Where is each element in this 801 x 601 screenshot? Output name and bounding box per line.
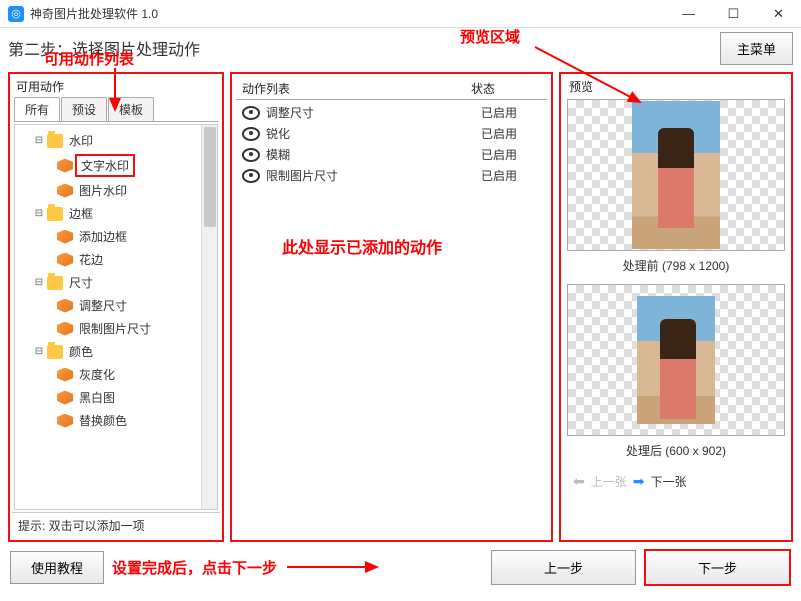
action-row[interactable]: 模糊已启用: [236, 144, 547, 165]
minimize-button[interactable]: —: [666, 0, 711, 28]
annotation-preview-area: 预览区域: [460, 26, 520, 47]
preview-nav: ⬅ 上一张 ➡ 下一张: [567, 469, 785, 494]
next-step-button[interactable]: 下一步: [644, 549, 791, 586]
close-button[interactable]: ✕: [756, 0, 801, 28]
tree-node-lace[interactable]: 花边: [17, 248, 215, 271]
eye-icon[interactable]: [242, 127, 260, 141]
arrow-next-icon: [285, 557, 385, 577]
action-row[interactable]: 调整尺寸已启用: [236, 102, 547, 123]
available-header: 可用动作: [12, 76, 220, 97]
arrow-right-icon: ➡: [633, 473, 645, 490]
scrollbar-thumb[interactable]: [204, 127, 216, 227]
tree-node-text-watermark[interactable]: 文字水印: [17, 152, 215, 179]
eye-icon[interactable]: [242, 148, 260, 162]
tree-node-grayscale[interactable]: 灰度化: [17, 363, 215, 386]
tutorial-button[interactable]: 使用教程: [10, 551, 104, 584]
window-title: 神奇图片批处理软件 1.0: [30, 5, 666, 22]
preview-header: 预览: [563, 76, 789, 97]
action-row[interactable]: 锐化已启用: [236, 123, 547, 144]
arrow-left-icon: ⬅: [573, 473, 585, 490]
tree-node-size[interactable]: ⊟尺寸: [17, 271, 215, 294]
tree-scrollbar[interactable]: [201, 125, 217, 509]
tree-node-bw[interactable]: 黑白图: [17, 386, 215, 409]
preview-after-label: 处理后 (600 x 902): [567, 440, 785, 465]
action-list-pane: 动作列表 状态 调整尺寸已启用 锐化已启用 模糊已启用 限制图片尺寸已启用 此处…: [230, 72, 553, 542]
package-icon: [57, 253, 73, 267]
folder-icon: [47, 134, 63, 148]
bottom-bar: 使用教程 设置完成后，点击下一步 上一步 下一步: [0, 544, 801, 590]
col-status: 状态: [471, 80, 541, 97]
step-label: 第二步：选择图片处理动作: [8, 36, 200, 60]
titlebar: ◎ 神奇图片批处理软件 1.0 — ☐ ✕: [0, 0, 801, 28]
prev-image-button[interactable]: 上一张: [591, 473, 627, 490]
annotation-next-hint: 设置完成后，点击下一步: [112, 557, 277, 578]
package-icon: [57, 391, 73, 405]
folder-icon: [47, 207, 63, 221]
step-bar: 第二步：选择图片处理动作 主菜单 预览区域: [0, 28, 801, 68]
package-icon: [57, 184, 73, 198]
tree-node-border[interactable]: ⊟边框: [17, 202, 215, 225]
tree-node-limit-size[interactable]: 限制图片尺寸: [17, 317, 215, 340]
package-icon: [57, 368, 73, 382]
tree-node-resize[interactable]: 调整尺寸: [17, 294, 215, 317]
preview-after-image: [567, 284, 785, 436]
eye-icon[interactable]: [242, 106, 260, 120]
action-list-header: 动作列表 状态: [236, 78, 547, 100]
tree-node-watermark[interactable]: ⊟水印: [17, 129, 215, 152]
available-tabs: 所有 预设 模板: [14, 97, 218, 122]
preview-pane: 预览 处理前 (798 x 1200) 处理后 (600 x 902) ⬅ 上一…: [559, 72, 793, 542]
tree-node-add-border[interactable]: 添加边框: [17, 225, 215, 248]
col-action-name: 动作列表: [242, 80, 471, 97]
package-icon: [57, 299, 73, 313]
available-actions-pane: 可用动作列表 可用动作 所有 预设 模板 ⊟水印 文字水印 图片水印 ⊟边框 添…: [8, 72, 224, 542]
main-menu-button[interactable]: 主菜单: [720, 32, 793, 65]
preview-before-image: [567, 99, 785, 251]
content-area: 可用动作列表 可用动作 所有 预设 模板 ⊟水印 文字水印 图片水印 ⊟边框 添…: [0, 68, 801, 544]
package-icon: [57, 159, 73, 173]
package-icon: [57, 322, 73, 336]
tree-node-replace-color[interactable]: 替换颜色: [17, 409, 215, 432]
tab-preset[interactable]: 预设: [61, 97, 107, 121]
preview-before-label: 处理前 (798 x 1200): [567, 255, 785, 280]
tree-node-image-watermark[interactable]: 图片水印: [17, 179, 215, 202]
action-list: 调整尺寸已启用 锐化已启用 模糊已启用 限制图片尺寸已启用: [236, 102, 547, 538]
package-icon: [57, 230, 73, 244]
action-tree: ⊟水印 文字水印 图片水印 ⊟边框 添加边框 花边 ⊟尺寸 调整尺寸 限制图片尺…: [15, 125, 217, 436]
tree-container: ⊟水印 文字水印 图片水印 ⊟边框 添加边框 花边 ⊟尺寸 调整尺寸 限制图片尺…: [14, 124, 218, 510]
tree-node-color[interactable]: ⊟颜色: [17, 340, 215, 363]
next-image-button[interactable]: 下一张: [650, 473, 686, 490]
app-icon: ◎: [8, 6, 24, 22]
maximize-button[interactable]: ☐: [711, 0, 756, 28]
folder-icon: [47, 345, 63, 359]
tab-template[interactable]: 模板: [108, 97, 154, 121]
folder-icon: [47, 276, 63, 290]
eye-icon[interactable]: [242, 169, 260, 183]
tab-all[interactable]: 所有: [14, 97, 60, 121]
tree-hint: 提示: 双击可以添加一项: [12, 512, 220, 538]
action-row[interactable]: 限制图片尺寸已启用: [236, 165, 547, 186]
prev-step-button[interactable]: 上一步: [491, 550, 636, 585]
package-icon: [57, 414, 73, 428]
